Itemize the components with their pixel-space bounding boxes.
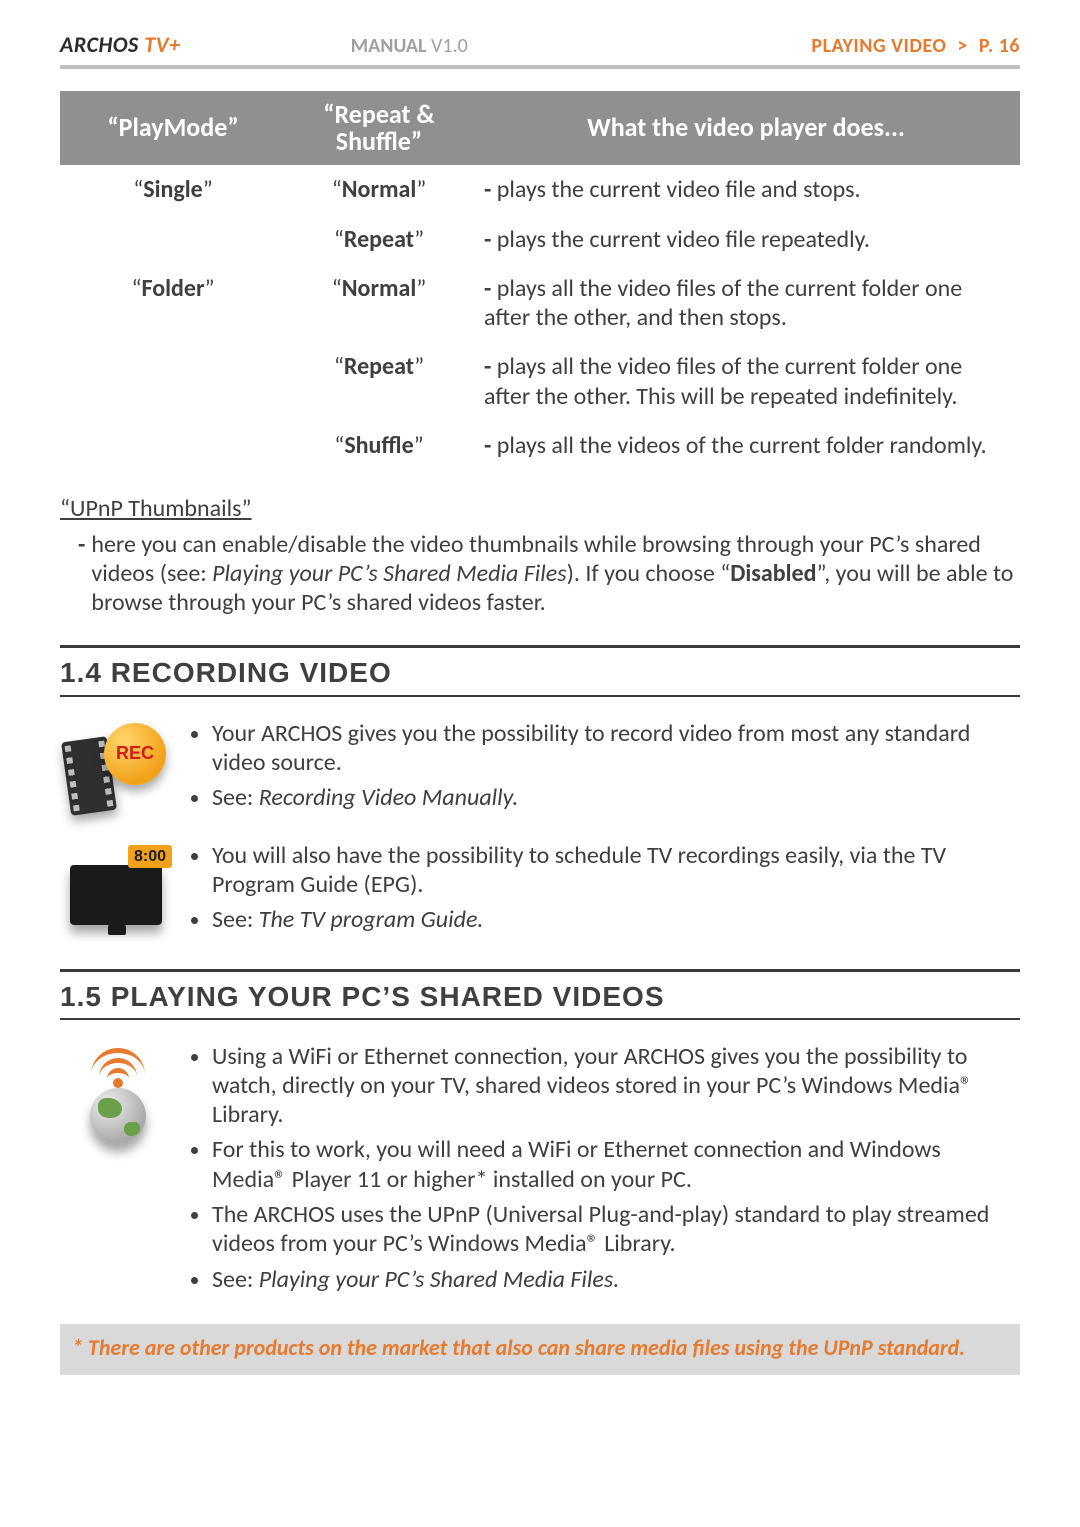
list-item: See: Recording Video Manually. [212, 783, 1020, 812]
col-description: What the video player does... [472, 91, 1020, 166]
manual-page: ARCHOS TV+ MANUAL V1.0 PLAYING VIDEO > P… [0, 0, 1080, 1415]
bullet-list: Using a WiFi or Ethernet connection, you… [192, 1042, 1020, 1300]
rec-icon: REC [60, 719, 170, 819]
table-row: “Repeat” - plays the current video file … [60, 215, 1020, 264]
recording-row-2: 8:00 You will also have the possibility … [60, 841, 1020, 941]
playmode-table: “PlayMode” “Repeat & Shuffle” What the v… [60, 91, 1020, 470]
list-item: See: The TV program Guide. [212, 905, 1020, 934]
recording-row-1: REC Your ARCHOS gives you the possibilit… [60, 719, 1020, 819]
list-item: The ARCHOS uses the UPnP (Universal Plug… [212, 1200, 1020, 1259]
upnp-thumbnails-text: - here you can enable/disable the video … [60, 530, 1020, 618]
list-item: You will also have the possibility to sc… [212, 841, 1020, 900]
table-row: “Repeat” - plays all the video files of … [60, 342, 1020, 421]
col-playmode: “PlayMode” [60, 91, 286, 166]
tv-time-badge: 8:00 [128, 845, 172, 869]
brand-suffix: TV+ [139, 31, 181, 58]
list-item: Using a WiFi or Ethernet connection, you… [212, 1042, 1020, 1130]
list-item: Your ARCHOS gives you the possibility to… [212, 719, 1020, 778]
section-title: 1.5 PLAYING YOUR PC’S SHARED VIDEOS [60, 978, 1020, 1020]
bullet-list: You will also have the possibility to sc… [192, 841, 1020, 941]
footnote: * There are other products on the market… [60, 1324, 1020, 1376]
rec-badge: REC [104, 723, 166, 785]
col-repeat-shuffle: “Repeat & Shuffle” [286, 91, 472, 166]
manual-label: MANUAL V1.0 [351, 34, 468, 58]
brand-name: ARCHOS [60, 31, 139, 58]
brand-logo: ARCHOS TV+ [60, 32, 181, 59]
table-row: “Folder” “Normal” - plays all the video … [60, 264, 1020, 343]
bullet-list: Your ARCHOS gives you the possibility to… [192, 719, 1020, 819]
table-row: “Shuffle” - plays all the videos of the … [60, 421, 1020, 470]
table-row: “Single” “Normal” - plays the current vi… [60, 165, 1020, 214]
breadcrumb-sep: > [951, 34, 973, 58]
breadcrumb: PLAYING VIDEO > P. 16 [811, 34, 1020, 58]
top-bar: ARCHOS TV+ MANUAL V1.0 PLAYING VIDEO > P… [60, 32, 1020, 69]
breadcrumb-section: PLAYING VIDEO [811, 34, 946, 58]
list-item: See: Playing your PC’s Shared Media File… [212, 1265, 1020, 1294]
tv-schedule-icon: 8:00 [60, 841, 170, 941]
section-1-4: 1.4 RECORDING VIDEO [60, 645, 1020, 696]
upnp-thumbnails-heading: “UPnP Thumbnails” [60, 494, 1020, 523]
section-1-5: 1.5 PLAYING YOUR PC’S SHARED VIDEOS [60, 969, 1020, 1020]
wifi-globe-icon [60, 1042, 170, 1162]
section-title: 1.4 RECORDING VIDEO [60, 654, 1020, 696]
list-item: For this to work, you will need a WiFi o… [212, 1135, 1020, 1194]
breadcrumb-page: P. 16 [979, 34, 1020, 58]
shared-videos-row: Using a WiFi or Ethernet connection, you… [60, 1042, 1020, 1300]
